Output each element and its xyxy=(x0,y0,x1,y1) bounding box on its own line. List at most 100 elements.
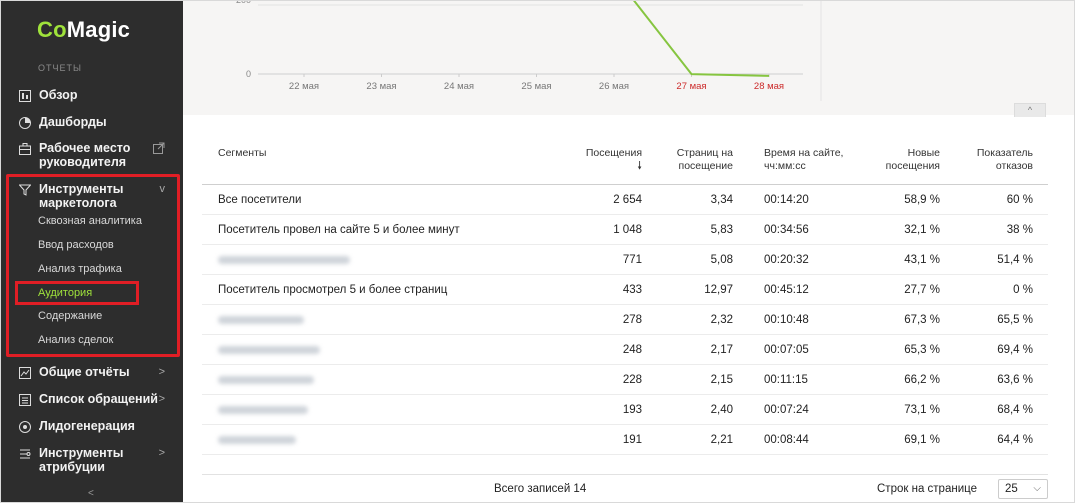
time-cell: 00:07:24 xyxy=(764,404,809,416)
table-row[interactable]: Посетитель просмотрел 5 и более страниц 4… xyxy=(202,275,1048,305)
redacted-segment-name xyxy=(218,436,296,444)
table-row[interactable]: Посетитель провел на сайте 5 и более мин… xyxy=(202,215,1048,245)
pages-cell: 2,21 xyxy=(710,434,733,446)
workplace-icon xyxy=(18,142,31,155)
header-bounce[interactable]: Показатель отказов xyxy=(960,147,1033,173)
attribution-icon xyxy=(18,447,31,460)
series-line xyxy=(633,1,770,77)
sidebar-item-dashboards[interactable]: Дашборды xyxy=(1,115,183,129)
bounce-rate-cell: 60 % xyxy=(1006,194,1033,206)
bounce-rate-cell: 65,5 % xyxy=(997,314,1033,326)
table-row[interactable]: 278 2,32 00:10:48 67,3 % 65,5 % xyxy=(202,305,1048,335)
x-tick-label: 25 мая xyxy=(521,81,551,92)
total-records: Всего записей 14 xyxy=(494,483,587,495)
bounce-rate-cell: 0 % xyxy=(1013,284,1033,296)
header-pages[interactable]: Страниц на посещение xyxy=(662,147,733,173)
x-tick-label: 23 мая xyxy=(366,81,396,92)
pages-cell: 2,40 xyxy=(710,404,733,416)
dashboard-icon xyxy=(18,116,31,129)
list-icon xyxy=(18,393,31,406)
table-footer: Всего записей 14 Строк на странице 25 ⌵ xyxy=(202,474,1048,502)
new-visits-cell: 27,7 % xyxy=(904,284,940,296)
header-segment[interactable]: Сегменты xyxy=(218,147,266,160)
header-time[interactable]: Время на сайте, чч:мм:сс xyxy=(764,147,864,173)
sidebar-item-general-reports[interactable]: Общие отчёты > xyxy=(1,365,183,379)
new-visits-cell: 69,1 % xyxy=(904,434,940,446)
y-tick-label: 0 xyxy=(246,69,251,79)
visits-cell: 248 xyxy=(622,344,642,356)
time-cell: 00:07:05 xyxy=(764,344,809,356)
segment-name[interactable]: Посетитель провел на сайте 5 и более мин… xyxy=(218,224,460,236)
sidebar-item-label: Дашборды xyxy=(39,115,107,129)
time-cell: 00:20:32 xyxy=(764,254,809,266)
sidebar-item-leadgen[interactable]: Лидогенерация xyxy=(1,419,183,433)
sidebar-item-label: Лидогенерация xyxy=(39,419,135,433)
collapse-sidebar-button[interactable]: < xyxy=(88,488,94,499)
table-row[interactable]: 191 2,21 00:08:44 69,1 % 64,4 % xyxy=(202,425,1048,455)
segment-name[interactable] xyxy=(218,344,320,357)
pages-cell: 5,83 xyxy=(710,224,733,236)
table-body: Все посетители 2 654 3,34 00:14:20 58,9 % 60 … xyxy=(202,185,1048,455)
redacted-segment-name xyxy=(218,256,350,264)
segment-name[interactable] xyxy=(218,314,304,327)
pages-cell: 5,08 xyxy=(710,254,733,266)
collapse-chart-button[interactable]: ^ xyxy=(1014,103,1046,117)
new-visits-cell: 66,2 % xyxy=(904,374,940,386)
x-tick-label: 27 мая xyxy=(676,81,706,92)
x-tick-label: 26 мая xyxy=(599,81,629,92)
time-cell: 00:10:48 xyxy=(764,314,809,326)
header-new[interactable]: Новые посещения xyxy=(872,147,940,173)
sidebar-item-attribution[interactable]: Инструменты атрибуции > xyxy=(1,446,183,474)
chevron-right-icon[interactable]: > xyxy=(159,446,165,460)
visits-cell: 193 xyxy=(622,404,642,416)
time-cell: 00:08:44 xyxy=(764,434,809,446)
sidebar-item-overview[interactable]: Обзор xyxy=(1,88,183,102)
redacted-segment-name xyxy=(218,376,314,384)
sidebar-item-requests[interactable]: Список обращений > xyxy=(1,392,183,406)
line-chart: 200 0 22 мая 23 мая 24 мая 25 мая 26 мая 27 мая… xyxy=(236,1,822,101)
highlight-frame-marketing xyxy=(6,174,180,357)
sidebar-item-label: Список обращений xyxy=(39,392,158,406)
segment-name[interactable]: Посетитель просмотрел 5 и более страниц xyxy=(218,284,447,296)
sidebar-item-label: Рабочее место руководителя xyxy=(39,141,131,169)
new-visits-cell: 58,9 % xyxy=(904,194,940,206)
new-visits-cell: 67,3 % xyxy=(904,314,940,326)
table-row[interactable]: 771 5,08 00:20:32 43,1 % 51,4 % xyxy=(202,245,1048,275)
overview-icon xyxy=(18,89,31,102)
segment-name[interactable] xyxy=(218,254,350,267)
rows-per-page-select[interactable]: 25 ⌵ xyxy=(998,479,1048,499)
new-visits-cell: 65,3 % xyxy=(904,344,940,356)
redacted-segment-name xyxy=(218,346,320,354)
table-row[interactable]: Все посетители 2 654 3,34 00:14:20 58,9 % 60 … xyxy=(202,185,1048,215)
leadgen-icon xyxy=(18,420,31,433)
y-tick-label: 200 xyxy=(236,1,251,5)
table-row[interactable]: 193 2,40 00:07:24 73,1 % 68,4 % xyxy=(202,395,1048,425)
new-visits-cell: 73,1 % xyxy=(904,404,940,416)
sidebar-item-workplace[interactable]: Рабочее место руководителя xyxy=(1,141,183,169)
external-link-icon[interactable] xyxy=(153,142,165,158)
table-row[interactable]: 248 2,17 00:07:05 65,3 % 69,4 % xyxy=(202,335,1048,365)
segment-name[interactable] xyxy=(218,434,296,447)
segment-name[interactable]: Все посетители xyxy=(218,194,301,206)
time-cell: 00:45:12 xyxy=(764,284,809,296)
header-visits[interactable]: Посещения 🠗 xyxy=(562,147,642,173)
visits-cell: 433 xyxy=(622,284,642,296)
bounce-rate-cell: 38 % xyxy=(1006,224,1033,236)
time-cell: 00:34:56 xyxy=(764,224,809,236)
time-cell: 00:11:15 xyxy=(764,374,808,386)
new-visits-cell: 43,1 % xyxy=(904,254,940,266)
pages-cell: 12,97 xyxy=(704,284,733,296)
segments-table: Сегменты Посещения 🠗 Страниц на посещени… xyxy=(202,133,1048,455)
sidebar-item-label: Инструменты атрибуции xyxy=(39,446,124,474)
rows-per-page-label: Строк на странице xyxy=(877,483,977,495)
chevron-right-icon[interactable]: > xyxy=(159,365,165,379)
table-row[interactable]: 228 2,15 00:11:15 66,2 % 63,6 % xyxy=(202,365,1048,395)
segment-name[interactable] xyxy=(218,374,314,387)
visits-cell: 2 654 xyxy=(613,194,642,206)
segment-name[interactable] xyxy=(218,404,308,417)
sidebar-item-label: Общие отчёты xyxy=(39,365,130,379)
logo[interactable]: CoMagic xyxy=(37,17,130,43)
x-tick-label: 24 мая xyxy=(444,81,474,92)
table-header: Сегменты Посещения 🠗 Страниц на посещени… xyxy=(202,133,1048,185)
chevron-right-icon[interactable]: > xyxy=(159,392,165,406)
